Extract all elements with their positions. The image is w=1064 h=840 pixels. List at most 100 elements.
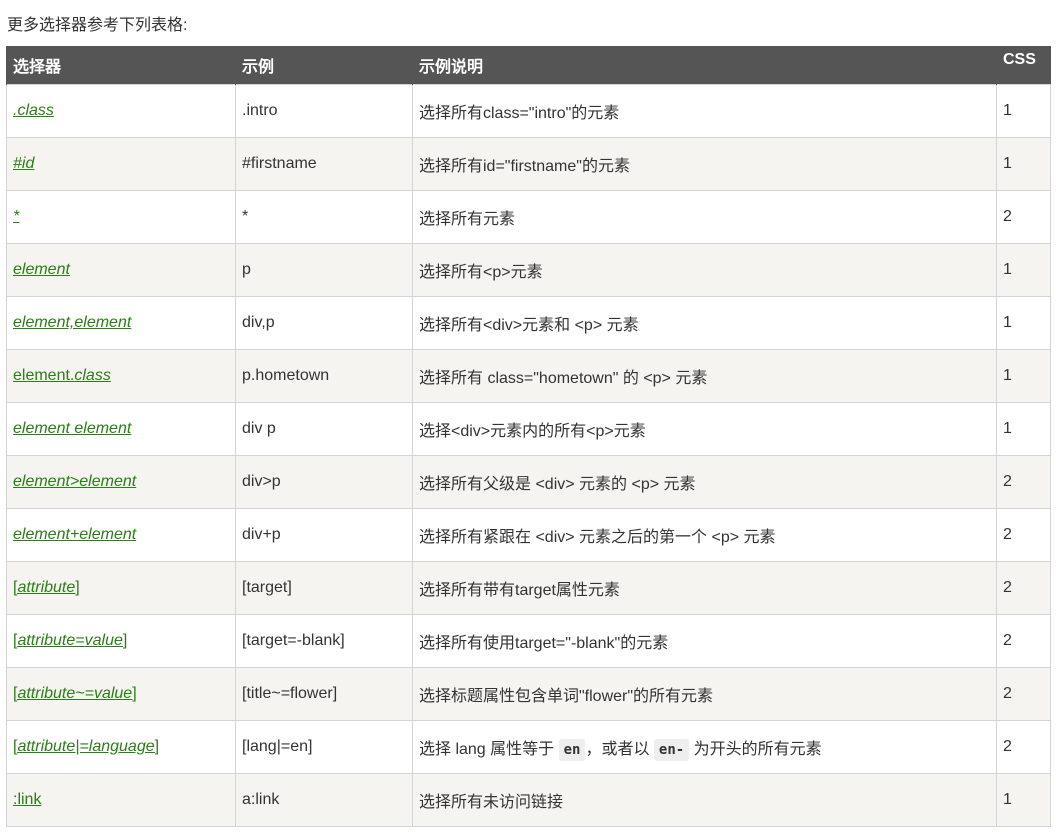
table-row: element p 选择所有<p>元素 1 xyxy=(6,243,1051,297)
example-cell: div>p xyxy=(235,455,413,509)
table-row: element,element div,p 选择所有<div>元素和 <p> 元素 1 xyxy=(6,296,1051,350)
selector-link[interactable]: [attribute|=language] xyxy=(13,738,159,755)
example-cell: [target=-blank] xyxy=(235,614,413,668)
description-text: 选择所有id="firstname"的元素 xyxy=(419,158,630,175)
table-row: element element div p 选择<div>元素内的所有<p>元素 1 xyxy=(6,402,1051,456)
header-description: 示例说明 xyxy=(412,46,997,85)
selector-link[interactable]: element.class xyxy=(13,367,111,384)
description-text: ，或者以 xyxy=(585,741,654,758)
example-cell: [target] xyxy=(235,561,413,615)
selector-link-text: class xyxy=(74,367,111,384)
description-text: 选择所有<p>元素 xyxy=(419,264,543,281)
selector-link-text: ] xyxy=(75,579,80,596)
selector-cell: element element xyxy=(6,402,236,456)
table-row: [attribute~=value] [title~=flower] 选择标题属性包… xyxy=(6,667,1051,721)
example-cell: div,p xyxy=(235,296,413,350)
example-cell: p.hometown xyxy=(235,349,413,403)
description-cell: 选择所有带有target属性元素 xyxy=(412,561,997,615)
description-text: 选择所有紧跟在 <div> 元素之后的第一个 <p> 元素 xyxy=(419,529,776,546)
example-cell: p xyxy=(235,243,413,297)
selector-link-text: element. xyxy=(13,367,75,384)
selector-cell: #id xyxy=(6,137,236,191)
selector-link[interactable]: element>element xyxy=(13,473,136,490)
description-text: 选择所有父级是 <div> 元素的 <p> 元素 xyxy=(419,476,696,493)
table-row: [attribute|=language] [lang|=en] 选择 lang 属… xyxy=(6,720,1051,774)
selector-cell: * xyxy=(6,190,236,244)
inline-code: en- xyxy=(653,739,690,761)
selector-link-text: :link xyxy=(13,791,42,808)
selector-link-text: attribute=value xyxy=(17,632,123,649)
css-version-cell: 2 xyxy=(996,455,1051,509)
selector-link-text: #id xyxy=(13,155,35,172)
selector-cell: [attribute|=language] xyxy=(6,720,236,774)
css-version-cell: 1 xyxy=(996,402,1051,456)
selector-link[interactable]: .class xyxy=(13,102,54,119)
css-version-cell: 1 xyxy=(996,349,1051,403)
description-text: 选择所有<div>元素和 <p> 元素 xyxy=(419,317,639,334)
example-cell: #firstname xyxy=(235,137,413,191)
selector-link-text: ] xyxy=(154,738,160,755)
table-row: [attribute] [target] 选择所有带有target属性元素 2 xyxy=(6,561,1051,615)
css-version-cell: 2 xyxy=(996,190,1051,244)
css-version-cell: 2 xyxy=(996,720,1051,774)
selector-link-text: element+element xyxy=(13,526,137,543)
selector-link-text: element>element xyxy=(13,473,137,490)
selector-link[interactable]: [attribute~=value] xyxy=(13,685,137,702)
selector-link[interactable]: #id xyxy=(13,155,34,172)
description-text: 选择所有未访问链接 xyxy=(419,794,564,811)
selector-cell: element,element xyxy=(6,296,236,350)
selector-link-text: ] xyxy=(122,632,128,649)
table-row: [attribute=value] [target=-blank] 选择所有使用ta… xyxy=(6,614,1051,668)
description-cell: 选择所有class="intro"的元素 xyxy=(412,84,997,138)
selector-link-text: attribute xyxy=(17,579,76,596)
selector-link-text: attribute|=language xyxy=(17,738,155,755)
description-cell: 选择所有使用target="-blank"的元素 xyxy=(412,614,997,668)
description-cell: 选择所有父级是 <div> 元素的 <p> 元素 xyxy=(412,455,997,509)
selector-link[interactable]: :link xyxy=(13,791,41,808)
selector-cell: [attribute~=value] xyxy=(6,667,236,721)
selector-cell: [attribute] xyxy=(6,561,236,615)
selector-link[interactable]: element,element xyxy=(13,314,131,331)
selector-cell: element.class xyxy=(6,349,236,403)
selector-link-text: ] xyxy=(132,685,137,702)
description-cell: 选择所有<div>元素和 <p> 元素 xyxy=(412,296,997,350)
selector-link-text: element,element xyxy=(13,314,132,331)
selector-link[interactable]: element xyxy=(13,261,70,278)
description-cell: 选择所有<p>元素 xyxy=(412,243,997,297)
selector-link-text: .class xyxy=(13,102,54,119)
header-selector: 选择器 xyxy=(6,46,236,85)
selector-link[interactable]: [attribute=value] xyxy=(13,632,127,649)
table-header-row: 选择器 示例 示例说明 CSS xyxy=(6,46,1051,85)
selector-link[interactable]: * xyxy=(13,208,19,225)
css-version-cell: 1 xyxy=(996,773,1051,827)
selector-link-text: attribute~=value xyxy=(17,685,133,702)
description-text: 选择所有使用target="-blank"的元素 xyxy=(419,635,669,652)
selector-reference-table: 选择器 示例 示例说明 CSS .class .intro 选择所有class="i… xyxy=(6,46,1051,827)
inline-code: en xyxy=(558,739,586,761)
selector-link-text: * xyxy=(13,208,20,225)
example-cell: div p xyxy=(235,402,413,456)
description-text: 选择 lang 属性等于 xyxy=(419,741,559,758)
css-version-cell: 1 xyxy=(996,137,1051,191)
description-cell: 选择所有 class="hometown" 的 <p> 元素 xyxy=(412,349,997,403)
css-version-cell: 1 xyxy=(996,243,1051,297)
selector-link[interactable]: [attribute] xyxy=(13,579,80,596)
selector-cell: element xyxy=(6,243,236,297)
css-version-cell: 2 xyxy=(996,614,1051,668)
selector-cell: element>element xyxy=(6,455,236,509)
table-row: :link a:link 选择所有未访问链接 1 xyxy=(6,773,1051,827)
selector-link[interactable]: element element xyxy=(13,420,131,437)
selector-cell: [attribute=value] xyxy=(6,614,236,668)
table-row: .class .intro 选择所有class="intro"的元素 1 xyxy=(6,84,1051,138)
header-css: CSS xyxy=(996,46,1051,85)
description-cell: 选择所有id="firstname"的元素 xyxy=(412,137,997,191)
description-text: 选择所有class="intro"的元素 xyxy=(419,105,620,122)
selector-link[interactable]: element+element xyxy=(13,526,136,543)
css-version-cell: 2 xyxy=(996,561,1051,615)
intro-text: 更多选择器参考下列表格: xyxy=(7,17,188,34)
description-cell: 选择<div>元素内的所有<p>元素 xyxy=(412,402,997,456)
example-cell: [lang|=en] xyxy=(235,720,413,774)
example-cell: [title~=flower] xyxy=(235,667,413,721)
css-version-cell: 2 xyxy=(996,667,1051,721)
example-cell: * xyxy=(235,190,413,244)
